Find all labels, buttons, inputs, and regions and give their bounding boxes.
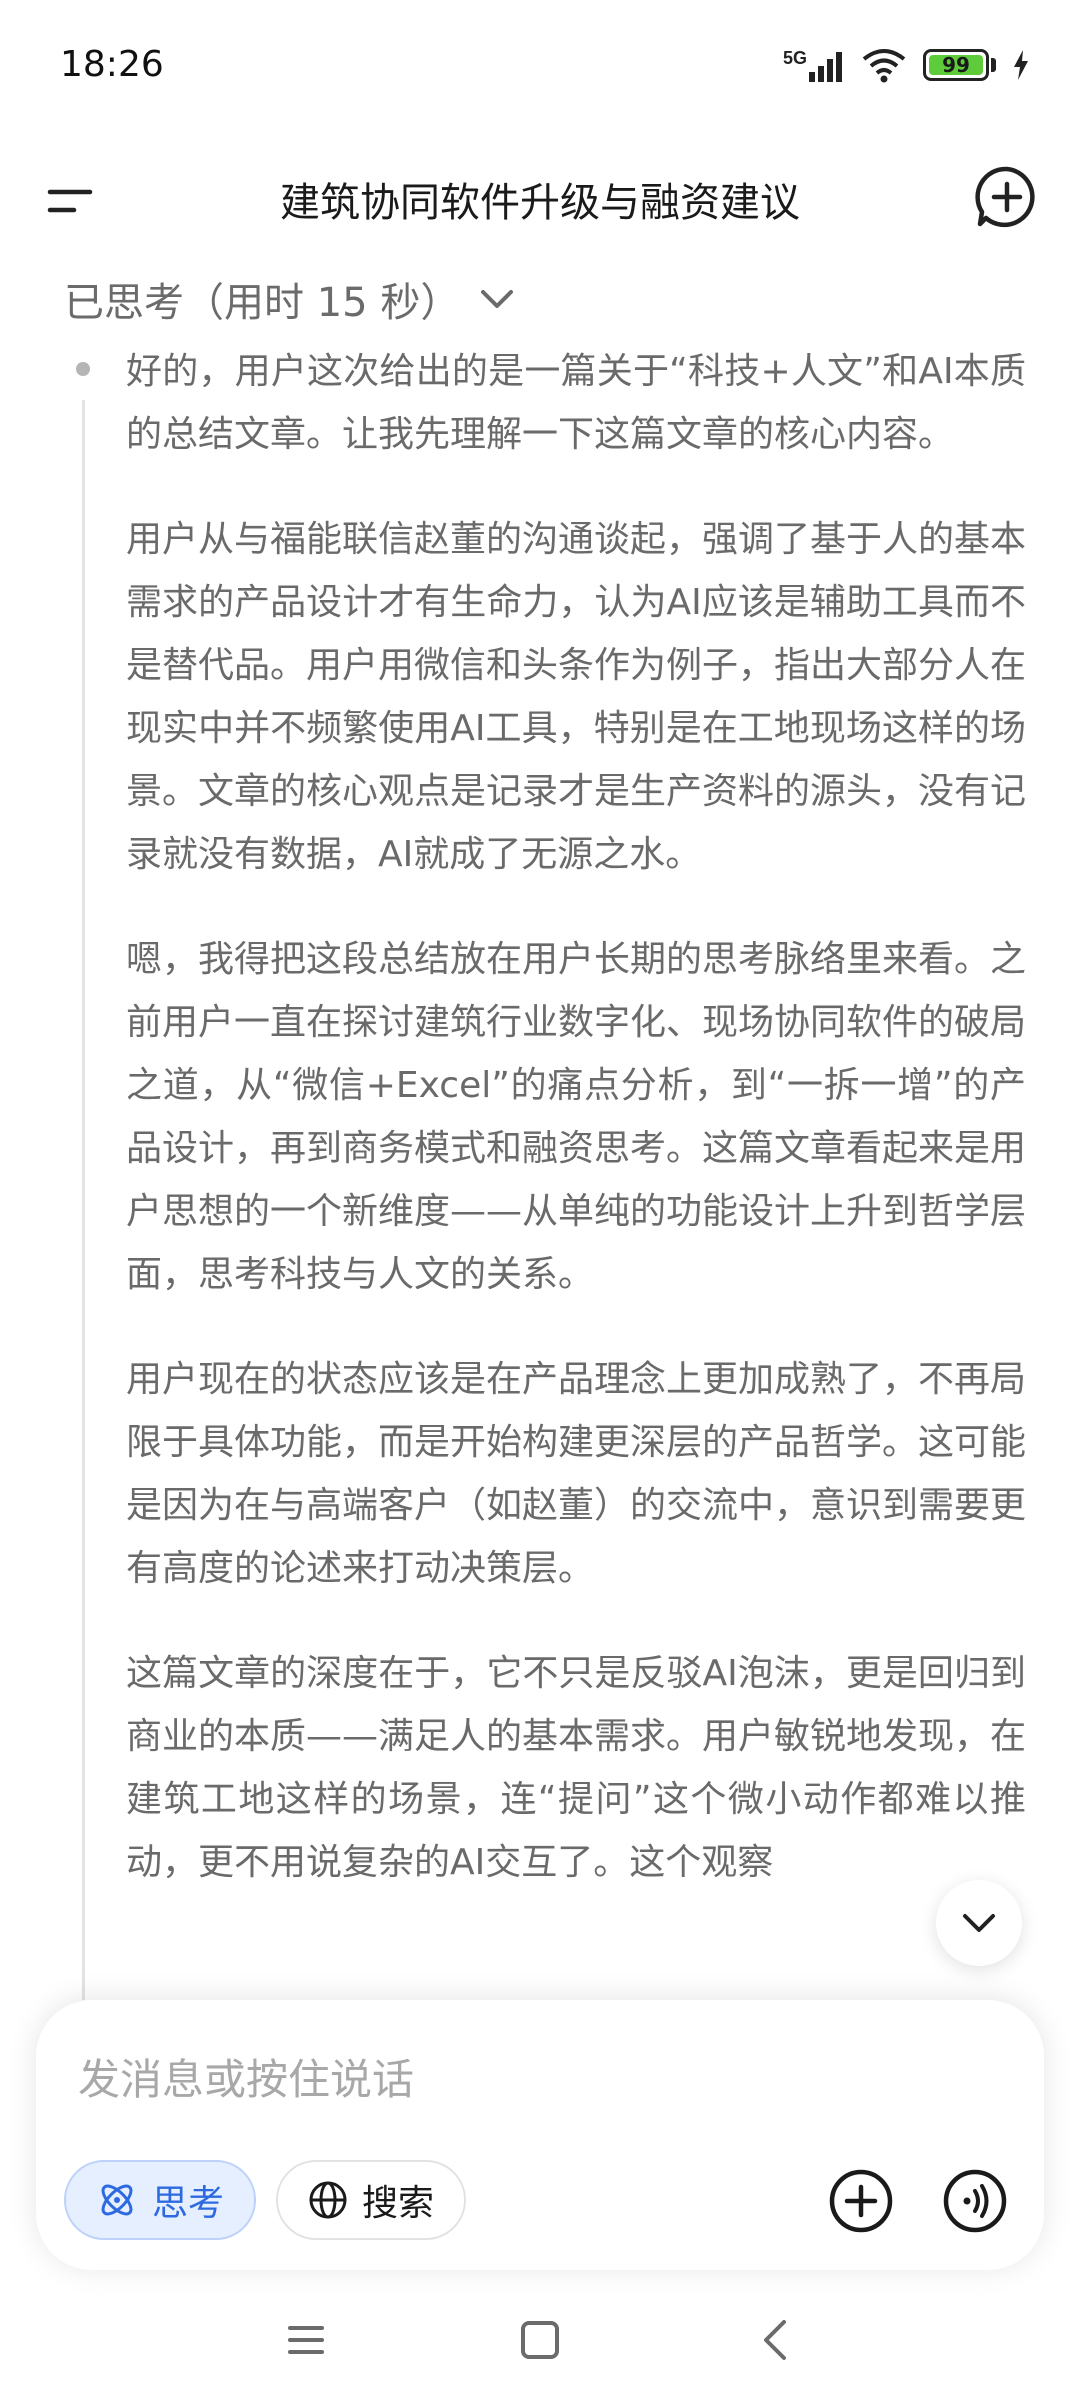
add-attachment-icon[interactable] (828, 2168, 894, 2234)
system-nav-bar (0, 2280, 1080, 2400)
recent-apps-icon[interactable] (276, 2310, 336, 2370)
battery-icon: 99 (923, 49, 989, 81)
thinking-paragraph: 用户从与福能联信赵董的沟通谈起，强调了基于人的基本需求的产品设计才有生命力，认为… (126, 519, 1027, 875)
network-type: 5G (783, 48, 807, 68)
chat-header: 建筑协同软件升级与融资建议 (0, 130, 1080, 280)
search-label: 搜索 (362, 2183, 435, 2224)
new-chat-icon[interactable] (974, 164, 1040, 230)
atom-icon (101, 2184, 133, 2216)
bullet-dot (76, 362, 90, 376)
status-bar: 18:26 5G 99 (0, 0, 1080, 130)
status-time: 18:26 (60, 44, 164, 85)
status-icons: 5G 99 (783, 46, 1030, 84)
globe-icon (309, 2181, 347, 2219)
thinking-paragraph: 用户现在的状态应该是在产品理念上更加成熟了，不再局限于具体功能，而是开始构建更深… (126, 1359, 1027, 1589)
wifi-icon (862, 49, 906, 83)
battery-level: 99 (942, 53, 970, 77)
message-input[interactable]: 发消息或按住说话 (78, 2046, 414, 2107)
thinking-paragraph: 嗯，我得把这段总结放在用户长期的思考脉络里来看。之前用户一直在探讨建筑行业数字化… (126, 939, 1027, 1295)
thinking-content: 好的，用户这次给出的是一篇关于“科技+人文”和AI本质的总结文章。让我先理解一下… (0, 340, 1080, 2000)
scroll-down-button[interactable] (936, 1880, 1022, 1966)
page-title: 建筑协同软件升级与融资建议 (280, 180, 800, 226)
think-label: 思考 (152, 2183, 225, 2224)
chevron-down-icon (963, 1914, 995, 1932)
back-icon[interactable] (746, 2310, 806, 2370)
charging-icon (1014, 50, 1028, 80)
thinking-toggle[interactable]: 已思考（用时 15 秒） (64, 270, 514, 328)
thread-line (82, 400, 85, 2000)
home-icon[interactable] (510, 2310, 570, 2370)
thinking-paragraph: 这篇文章的深度在于，它不只是反驳AI泡沫，更是回归到商业的本质——满足人的基本需… (126, 1653, 1027, 1883)
cellular-signal-icon: 5G (783, 48, 842, 82)
think-toggle-button[interactable]: 思考 (64, 2160, 257, 2240)
voice-call-icon[interactable] (942, 2168, 1008, 2234)
search-toggle-button[interactable]: 搜索 (276, 2160, 467, 2240)
thinking-label: 已思考（用时 15 秒） (64, 280, 461, 326)
thinking-paragraph: 好的，用户这次给出的是一篇关于“科技+人文”和AI本质的总结文章。让我先理解一下… (126, 351, 1026, 455)
chevron-down-icon (481, 290, 514, 308)
battery-cap (991, 58, 996, 72)
input-panel: 发消息或按住说话 思考 搜索 (36, 2000, 1044, 2270)
